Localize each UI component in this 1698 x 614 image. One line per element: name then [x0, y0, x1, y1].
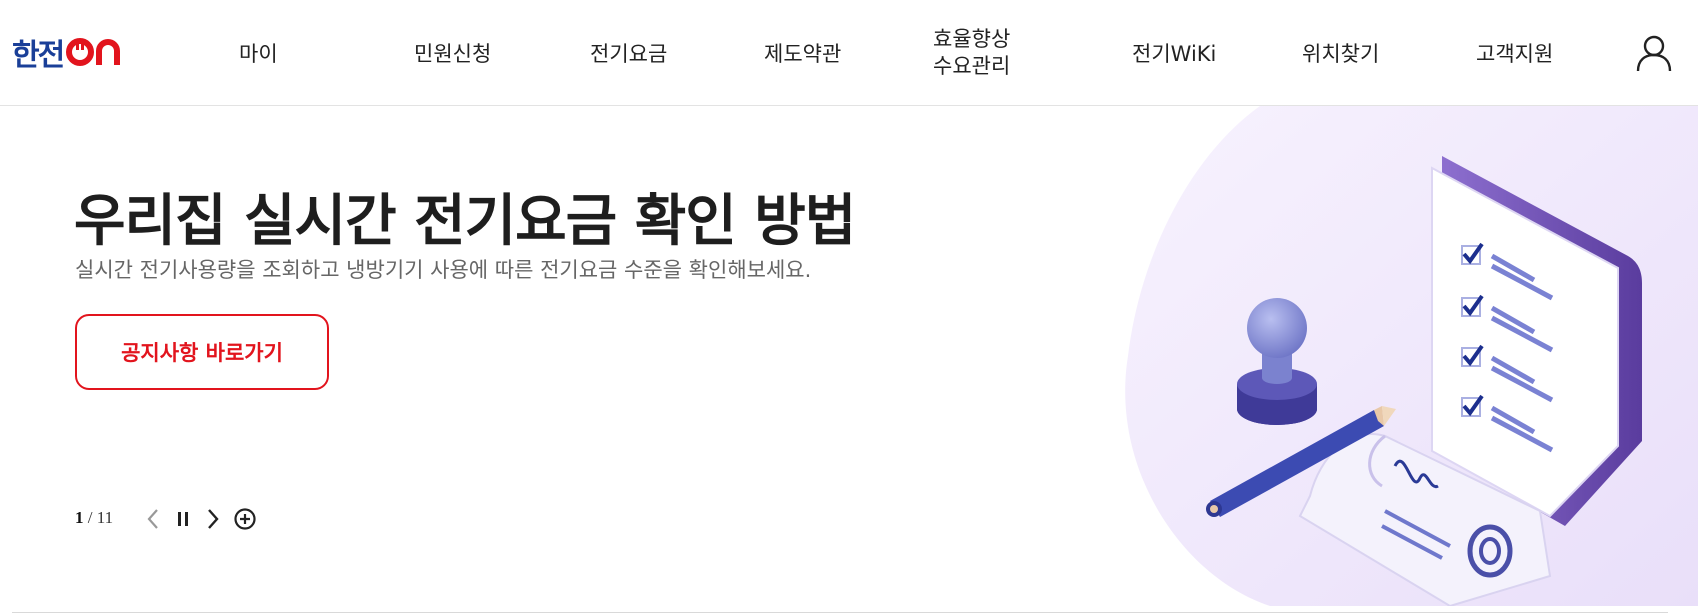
plus-circle-icon[interactable]	[232, 505, 258, 533]
nav-electricity-bill-label: 전기요금	[590, 42, 668, 66]
nav-civil-petition-label: 민원신청	[414, 42, 492, 66]
nav-demand-label: 수요관리	[933, 54, 1011, 78]
nav-support[interactable]: 고객지원	[1476, 0, 1553, 106]
logo-on-mark	[66, 37, 128, 67]
nav-efficiency-demand[interactable]: 효율향상 수요관리	[933, 0, 1010, 106]
nav-wiki[interactable]: 전기WiKi	[1132, 0, 1216, 106]
pause-icon[interactable]	[170, 505, 196, 533]
contract-illustration	[1120, 106, 1698, 608]
section-divider	[12, 612, 1668, 613]
nav-electricity-bill[interactable]: 전기요금	[590, 0, 667, 106]
logo-on-glyph	[66, 38, 121, 66]
nav-civil-petition[interactable]: 민원신청	[414, 0, 491, 106]
nav-location[interactable]: 위치찾기	[1302, 0, 1379, 106]
slide-separator: /	[87, 508, 93, 527]
nav-location-label: 위치찾기	[1302, 42, 1380, 66]
nav-terms-label: 제도약관	[764, 42, 842, 66]
chevron-left-icon[interactable]	[140, 505, 166, 533]
chevron-right-icon[interactable]	[200, 505, 226, 533]
logo-text: 한전	[12, 38, 65, 73]
hero-title: 우리집 실시간 전기요금 확인 방법	[74, 189, 856, 254]
site-header: 한전 마이 민원신청 전기요금 제도약관 효율향상 수요관리 전기WiKi 위치…	[0, 0, 1698, 106]
nav-support-label: 고객지원	[1476, 42, 1554, 66]
nav-wiki-label: 전기WiKi	[1132, 42, 1217, 66]
slide-total: 11	[96, 508, 114, 527]
notice-shortcut-button[interactable]: 공지사항 바로가기	[75, 314, 329, 390]
slide-current: 1	[75, 508, 84, 527]
nav-my-label: 마이	[239, 42, 278, 66]
nav-my[interactable]: 마이	[239, 0, 278, 106]
hero-subtitle: 실시간 전기사용량을 조회하고 냉방기기 사용에 따른 전기요금 수준을 확인해…	[75, 258, 812, 282]
slide-pager: 1 / 11	[75, 508, 113, 528]
nav-terms[interactable]: 제도약관	[764, 0, 841, 106]
nav-efficiency-label: 효율향상	[933, 27, 1011, 51]
kepco-on-logo[interactable]: 한전	[12, 34, 152, 73]
user-icon[interactable]	[1634, 33, 1674, 73]
